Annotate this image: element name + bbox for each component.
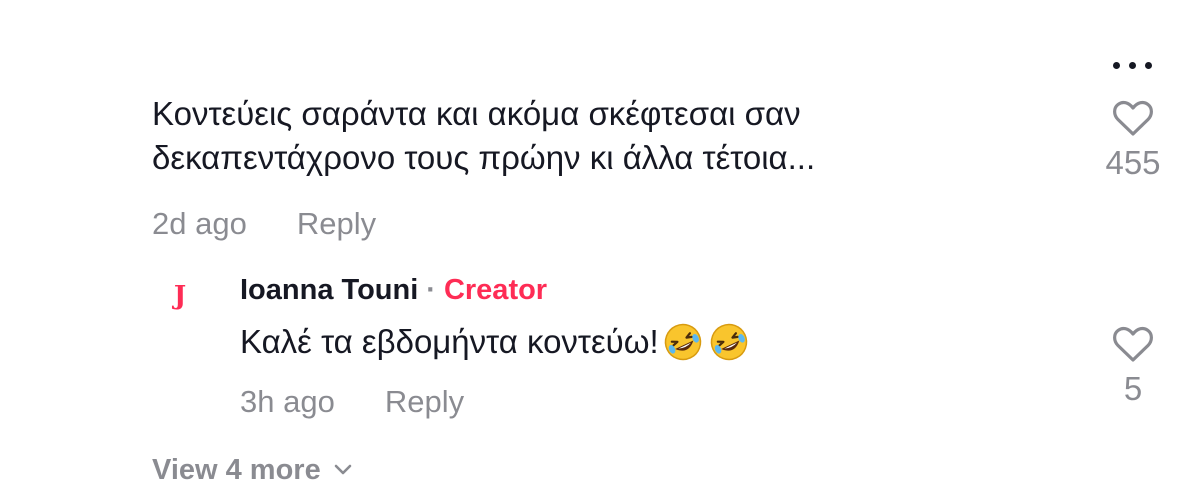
reply-timestamp: 3h ago <box>240 384 335 419</box>
reply-like: 5 <box>1093 326 1173 408</box>
reply-author-name[interactable]: Ioanna Touni <box>240 274 418 307</box>
comment-like-count: 455 <box>1105 144 1161 181</box>
reply-meta: 3h ago Reply <box>240 382 464 422</box>
comment-text-line-1: Κοντεύεις σαράντα και ακόμα σκέφτεσαι σα… <box>152 95 801 132</box>
rolling-on-floor-laughing-emoji <box>710 323 747 361</box>
view-more-label: View 4 more <box>152 453 321 486</box>
separator: · <box>426 273 436 306</box>
comment-reply-button[interactable]: Reply <box>297 206 376 242</box>
reply-text: Καλέ τα εβδομήντα κοντεύω! <box>240 323 659 360</box>
comment-meta: 2d ago Reply <box>152 204 376 244</box>
heart-outline-icon[interactable] <box>1112 100 1154 138</box>
comment-like: 455 <box>1093 100 1173 182</box>
comment-text-line-2: δεκαπεντάχρονο τους πρώην κι άλλα τέτοια… <box>152 139 816 176</box>
creator-badge: Creator <box>443 273 548 306</box>
comment-text: Κοντεύεις σαράντα και ακόμα σκέφτεσαι σα… <box>152 92 1052 180</box>
reply-text-row: Καλέ τα εβδομήντα κοντεύω! <box>240 320 749 364</box>
ellipsis-icon <box>1112 61 1120 69</box>
reply-author-row: Ioanna Touni · Creator <box>240 270 547 310</box>
rolling-on-floor-laughing-emoji <box>664 323 701 361</box>
heart-outline-icon[interactable] <box>1112 326 1154 364</box>
reply-reply-button[interactable]: Reply <box>385 384 464 420</box>
comment-timestamp: 2d ago <box>152 206 247 241</box>
avatar[interactable]: J <box>166 279 194 313</box>
more-options-button[interactable] <box>1100 56 1164 74</box>
view-more-replies-button[interactable]: View 4 more <box>152 450 353 490</box>
chevron-down-icon <box>334 464 352 475</box>
reply-like-count: 5 <box>1123 370 1143 407</box>
